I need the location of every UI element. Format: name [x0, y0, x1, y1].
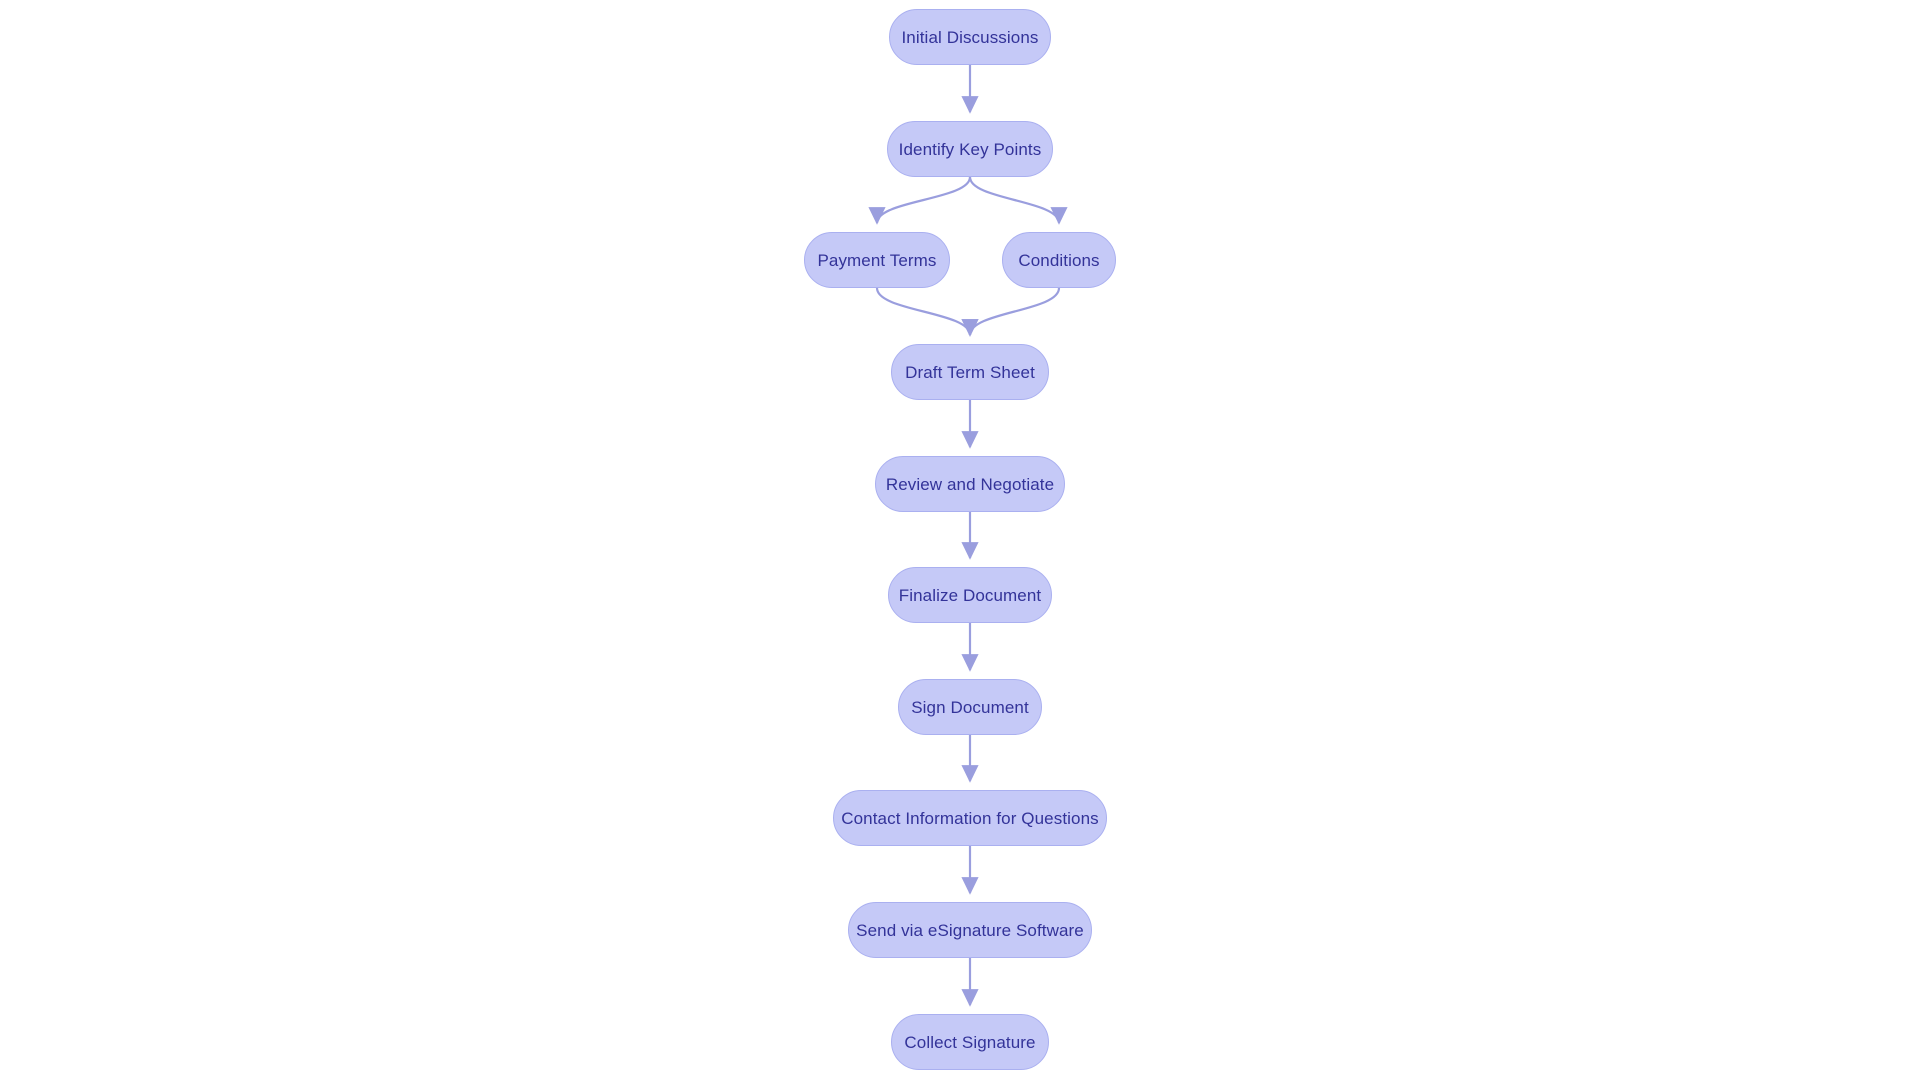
flow-node-label: Review and Negotiate: [885, 474, 1055, 494]
flow-node-review-and-negotiate[interactable]: Review and Negotiate: [875, 456, 1065, 512]
flow-node-label: Payment Terms: [817, 250, 937, 270]
flow-node-label: Send via eSignature Software: [856, 920, 1084, 940]
flow-node-sign-document[interactable]: Sign Document: [898, 679, 1042, 735]
flow-node-send-via-esignature[interactable]: Send via eSignature Software: [848, 902, 1092, 958]
flow-node-label: Identify Key Points: [898, 139, 1042, 159]
flow-node-contact-information[interactable]: Contact Information for Questions: [833, 790, 1107, 846]
edge-paths: [868, 65, 1068, 1007]
flow-node-label: Conditions: [1018, 250, 1100, 270]
flow-node-label: Draft Term Sheet: [905, 362, 1035, 382]
edge-identify-key-points-to-payment-terms: [868, 176, 972, 225]
edge-identify-key-points-to-conditions: [968, 176, 1068, 225]
flow-node-finalize-document[interactable]: Finalize Document: [888, 567, 1052, 623]
flow-node-collect-signature[interactable]: Collect Signature: [891, 1014, 1049, 1070]
flow-node-label: Sign Document: [911, 697, 1029, 717]
flow-node-conditions[interactable]: Conditions: [1002, 232, 1116, 288]
flow-node-label: Finalize Document: [898, 585, 1042, 605]
flow-node-initial-discussions[interactable]: Initial Discussions: [889, 9, 1051, 65]
flow-node-payment-terms[interactable]: Payment Terms: [804, 232, 950, 288]
flow-node-label: Initial Discussions: [901, 27, 1039, 47]
flow-node-label: Contact Information for Questions: [841, 808, 1099, 828]
flowchart-canvas: Initial Discussions Identify Key Points Pa…: [0, 0, 1920, 1080]
flow-node-identify-key-points[interactable]: Identify Key Points: [887, 121, 1053, 177]
flow-node-label: Collect Signature: [904, 1032, 1036, 1052]
flow-node-draft-term-sheet[interactable]: Draft Term Sheet: [891, 344, 1049, 400]
edge-conditions-to-draft-term-sheet: [961, 287, 1061, 337]
edge-payment-terms-to-draft-term-sheet: [875, 287, 979, 337]
